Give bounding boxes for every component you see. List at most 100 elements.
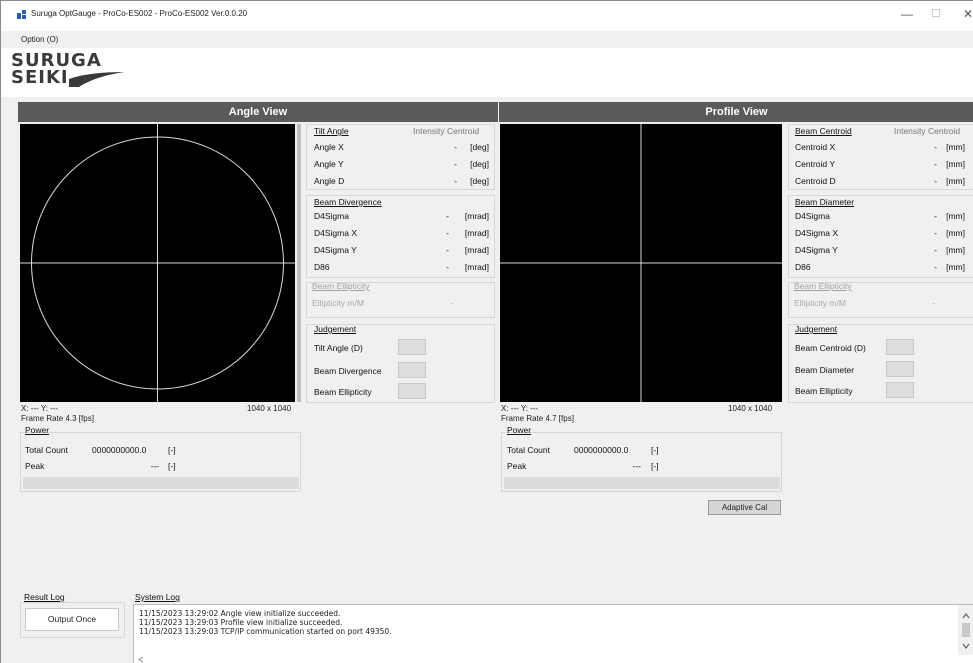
angle-judgement-title: Judgement	[314, 324, 357, 334]
div-label-d86: D86	[314, 262, 330, 272]
chevron-down-icon[interactable]	[962, 643, 970, 649]
dia-unit-d4sigma-y: [mm]	[946, 245, 965, 255]
window-title: Suruga OptGauge - ProCo-ES002 - ProCo-ES…	[31, 9, 248, 18]
div-unit-d4sigma-x: [mrad]	[464, 228, 489, 238]
system-log-box[interactable]: 11/15/2023 13:29:02 Angle view initializ…	[133, 604, 973, 663]
profile-total-count-label: Total Count	[507, 445, 550, 455]
judge-label-diameter: Beam Diameter	[795, 365, 855, 375]
profile-crosshair-icon	[500, 124, 782, 402]
profile-ellipticity-value: -	[932, 298, 935, 308]
tilt-label-d: Angle D	[314, 176, 345, 186]
centroid-unit-x: [mm]	[946, 142, 965, 152]
judge-indicator-ellipticity	[398, 383, 426, 399]
angle-resolution: 1040 x 1040	[247, 404, 292, 413]
tilt-label-x: Angle X	[314, 142, 344, 152]
logo-line-2: SEIKI	[11, 67, 69, 88]
tilt-unit-x: [deg]	[470, 142, 489, 152]
angle-total-count-unit: [-]	[168, 445, 176, 455]
tilt-value-d: -	[454, 176, 457, 186]
profile-power-title: Power	[507, 425, 532, 435]
profile-view-display[interactable]	[500, 124, 782, 402]
log-line: 11/15/2023 13:29:03 TCP/IP communication…	[139, 627, 392, 636]
profile-ellipticity-title: Beam Ellipticity	[794, 281, 852, 291]
div-label-d4sigma-x: D4Sigma X	[314, 228, 357, 238]
profile-resolution: 1040 x 1040	[728, 404, 773, 413]
div-unit-d4sigma: [mrad]	[464, 211, 489, 221]
app-window: Suruga OptGauge - ProCo-ES002 - ProCo-ES…	[0, 0, 973, 663]
logo-swoosh-icon	[69, 72, 125, 87]
profile-coords: X: --- Y: ---	[501, 404, 539, 413]
dia-value-d86: -	[934, 262, 937, 272]
angle-view-splitter[interactable]	[297, 124, 301, 402]
maximize-button[interactable]: ☐	[931, 7, 941, 20]
dia-value-d4sigma: -	[934, 211, 937, 221]
angle-view-display[interactable]	[20, 124, 295, 402]
tilt-value-y: -	[454, 159, 457, 169]
title-bar: Suruga OptGauge - ProCo-ES002 - ProCo-ES…	[1, 1, 973, 31]
log-scroll-thumb[interactable]	[962, 623, 970, 637]
angle-frame-rate: Frame Rate 4.3 [fps]	[21, 414, 94, 423]
dia-label-d4sigma: D4Sigma	[795, 211, 830, 221]
close-button[interactable]: ✕	[963, 7, 973, 21]
centroid-value-y: -	[934, 159, 937, 169]
angle-power-bar	[23, 477, 299, 489]
profile-total-count-value: 0000000000.0	[574, 445, 629, 455]
dia-unit-d4sigma-x: [mm]	[946, 228, 965, 238]
result-log-title: Result Log	[24, 592, 65, 602]
dia-value-d4sigma-x: -	[934, 228, 937, 238]
centroid-value-d: -	[934, 176, 937, 186]
centroid-label-d: Centroid D	[795, 176, 836, 186]
beam-centroid-mode[interactable]: Intensity Centroid	[894, 126, 960, 136]
log-vertical-scrollbar[interactable]	[958, 605, 973, 655]
system-log-title: System Log	[135, 592, 180, 602]
div-value-d86: -	[446, 262, 449, 272]
angle-total-count-label: Total Count	[25, 445, 68, 455]
judge-indicator-centroid	[886, 339, 914, 355]
tilt-unit-d: [deg]	[470, 176, 489, 186]
menu-bar	[1, 31, 973, 48]
dia-unit-d4sigma: [mm]	[946, 211, 965, 221]
chevron-left-icon[interactable]	[138, 656, 144, 663]
beam-diameter-title: Beam Diameter	[795, 197, 855, 207]
company-logo: SURUGA SEIKI	[11, 52, 131, 94]
dia-label-d4sigma-y: D4Sigma Y	[795, 245, 838, 255]
tilt-label-y: Angle Y	[314, 159, 344, 169]
angle-peak-unit: [-]	[168, 461, 176, 471]
judge-label-divergence: Beam Divergence	[314, 366, 382, 376]
dia-label-d4sigma-x: D4Sigma X	[795, 228, 838, 238]
judge-indicator-divergence	[398, 362, 426, 378]
output-once-button[interactable]: Output Once	[25, 608, 119, 631]
judge-indicator-tilt	[398, 339, 426, 355]
judge-label-centroid: Beam Centroid (D)	[795, 343, 866, 353]
angle-crosshair-icon	[20, 124, 295, 402]
centroid-unit-y: [mm]	[946, 159, 965, 169]
profile-peak-label: Peak	[507, 461, 527, 471]
log-line: 11/15/2023 13:29:02 Angle view initializ…	[139, 609, 341, 618]
centroid-label-y: Centroid Y	[795, 159, 836, 169]
tilt-angle-mode[interactable]: Intensity Centroid	[413, 126, 479, 136]
minimize-button[interactable]: —	[901, 7, 913, 21]
angle-total-count-value: 0000000000.0	[92, 445, 147, 455]
chevron-up-icon[interactable]	[962, 613, 970, 619]
beam-centroid-title: Beam Centroid	[795, 126, 852, 136]
angle-coords: X: --- Y: ---	[21, 404, 59, 413]
judge-label-tilt: Tilt Angle (D)	[314, 343, 363, 353]
tilt-unit-y: [deg]	[470, 159, 489, 169]
profile-peak-unit: [-]	[651, 461, 659, 471]
div-label-d4sigma: D4Sigma	[314, 211, 349, 221]
angle-ellipticity-label: Ellipticity m/M	[312, 298, 364, 308]
profile-ellipticity-label: Ellipticity m/M	[794, 298, 846, 308]
tilt-angle-title: Tilt Angle	[314, 126, 349, 136]
tilt-value-x: -	[454, 142, 457, 152]
div-value-d4sigma-y: -	[446, 245, 449, 255]
centroid-value-x: -	[934, 142, 937, 152]
judge-label-ellipticity: Beam Ellipticity	[314, 387, 372, 397]
log-line: 11/15/2023 13:29:03 Profile view initial…	[139, 618, 343, 627]
dia-value-d4sigma-y: -	[934, 245, 937, 255]
beam-divergence-title: Beam Divergence	[314, 197, 382, 207]
adaptive-cal-button[interactable]: Adaptive Cal	[708, 500, 781, 515]
menu-item-option[interactable]: Option (O)	[21, 35, 58, 44]
angle-peak-value: ---	[150, 461, 160, 471]
angle-peak-label: Peak	[25, 461, 45, 471]
profile-view-header: Profile View	[499, 102, 973, 122]
